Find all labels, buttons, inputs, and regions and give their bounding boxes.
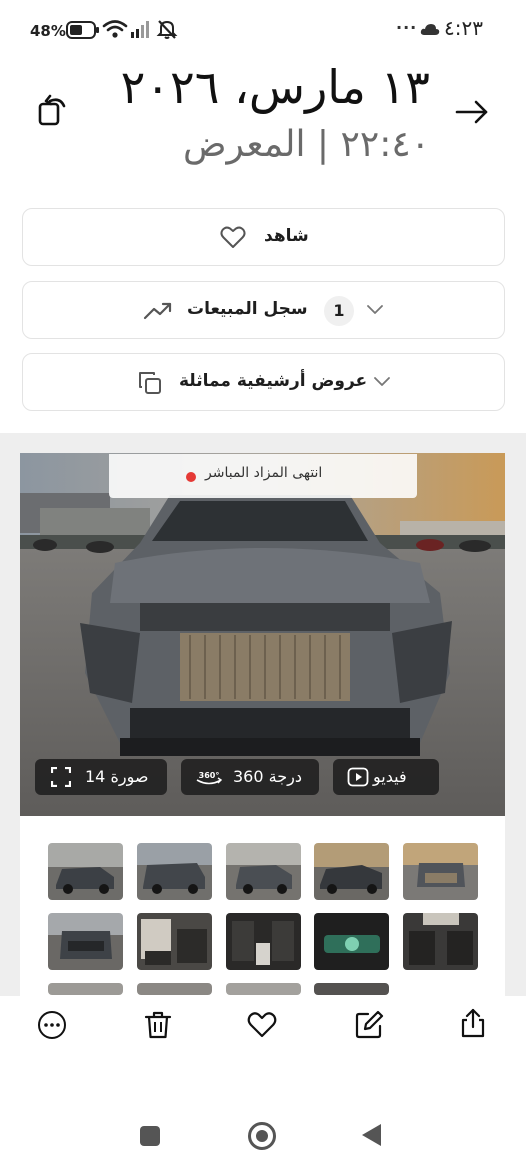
- thumbnail[interactable]: [314, 913, 389, 970]
- cloud-icon: [420, 24, 440, 35]
- sales-history-button[interactable]: سجل المبيعات 1: [22, 281, 505, 339]
- thumbnail[interactable]: [314, 983, 389, 995]
- heart-icon[interactable]: [247, 1010, 277, 1040]
- battery-icon: [66, 21, 99, 39]
- share-icon[interactable]: [458, 1008, 488, 1038]
- battery-percent: 48%: [30, 22, 66, 40]
- photos-count-button[interactable]: 14 صورة: [35, 759, 167, 795]
- thumbnail[interactable]: [137, 983, 212, 995]
- thumbnail[interactable]: [137, 913, 212, 970]
- thumbnail[interactable]: [314, 843, 389, 900]
- 360-view-icon: 360°: [196, 771, 223, 785]
- chevron-down-icon: [374, 377, 390, 386]
- sales-count-badge: 1: [324, 296, 354, 326]
- photos-count-label: 14 صورة: [85, 767, 149, 786]
- copy-icon: [139, 372, 161, 394]
- expand-icon: [51, 767, 71, 787]
- wifi-icon: [102, 20, 128, 38]
- video-play-icon: [347, 767, 369, 787]
- thumbnail[interactable]: [137, 843, 212, 900]
- signal-icon: [131, 21, 149, 38]
- clock: ٤:٢٣: [444, 16, 483, 40]
- video-button[interactable]: فيديو: [333, 759, 439, 795]
- rotate-icon[interactable]: [34, 92, 70, 128]
- thumbnail[interactable]: [226, 983, 301, 995]
- similar-archive-offers-label: عروض أرشيفية مماثلة: [179, 371, 368, 391]
- trash-icon[interactable]: [143, 1010, 173, 1040]
- thumbnail[interactable]: [403, 913, 478, 970]
- arrow-right-icon[interactable]: [454, 96, 490, 128]
- view-360-label: 360 درجة: [233, 767, 302, 786]
- recent-apps-icon[interactable]: [140, 1126, 160, 1146]
- thumbnail[interactable]: [48, 983, 123, 995]
- bottom-toolbar: [0, 996, 526, 1086]
- similar-archive-offers-button[interactable]: عروض أرشيفية مماثلة: [22, 353, 505, 411]
- thumbnail[interactable]: [226, 913, 301, 970]
- auction-status-banner: انتهى المزاد المباشر: [109, 454, 417, 498]
- thumbnail[interactable]: [226, 843, 301, 900]
- live-dot-icon: [186, 472, 196, 482]
- thumbnail[interactable]: [403, 843, 478, 900]
- overflow-dots: ···: [396, 18, 418, 37]
- svg-text:360°: 360°: [199, 771, 220, 780]
- video-label: فيديو: [373, 767, 407, 786]
- system-nav-bar: [0, 1100, 526, 1169]
- mute-icon: [156, 20, 178, 39]
- watch-label: شاهد: [264, 226, 309, 246]
- auction-status-text: انتهى المزاد المباشر: [205, 465, 323, 481]
- status-bar: 48% ··· ٤:٢٣: [0, 0, 526, 60]
- home-icon[interactable]: [248, 1122, 276, 1150]
- edit-icon[interactable]: [354, 1010, 384, 1040]
- page-title-date: ١٣ مارس، ٢٠٢٦: [120, 60, 430, 114]
- thumbnail[interactable]: [48, 843, 123, 900]
- more-icon[interactable]: [37, 1010, 67, 1040]
- watch-button[interactable]: شاهد: [22, 208, 505, 266]
- heart-outline-icon: [220, 226, 246, 248]
- page-subtitle: ٢٢:٤٠ | المعرض: [182, 124, 430, 165]
- sales-history-label: سجل المبيعات: [187, 299, 308, 319]
- back-icon[interactable]: [362, 1124, 381, 1146]
- thumbnail[interactable]: [48, 913, 123, 970]
- trend-up-icon: [143, 302, 172, 320]
- view-360-button[interactable]: 360° 360 درجة: [181, 759, 319, 795]
- chevron-down-icon: [367, 305, 383, 314]
